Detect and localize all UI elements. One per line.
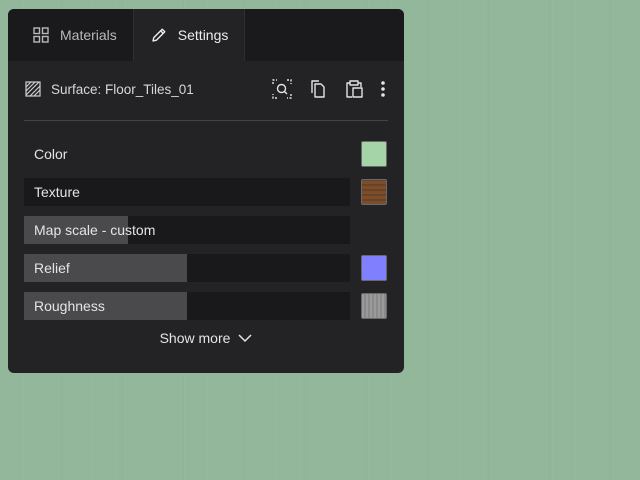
more-vertical-icon[interactable] xyxy=(378,77,388,101)
property-row-color: Color xyxy=(24,140,388,168)
chevron-down-icon xyxy=(238,330,252,346)
relief-slider[interactable]: Relief xyxy=(24,254,350,282)
property-row-relief: Relief xyxy=(24,254,388,282)
map-scale-label: Map scale - custom xyxy=(34,222,156,238)
color-swatch[interactable] xyxy=(361,141,387,167)
roughness-label: Roughness xyxy=(34,298,105,314)
property-row-roughness: Roughness xyxy=(24,292,388,320)
roughness-swatch[interactable] xyxy=(361,293,387,319)
relief-swatch[interactable] xyxy=(361,255,387,281)
property-row-texture: Texture xyxy=(24,178,388,206)
relief-label: Relief xyxy=(34,260,70,276)
tab-materials-label: Materials xyxy=(60,27,117,43)
focus-search-icon[interactable] xyxy=(270,77,294,101)
map-scale-slider[interactable]: Map scale - custom xyxy=(24,216,350,244)
material-settings-panel: Materials Settings Surface: Floor_Tiles_… xyxy=(8,9,404,373)
tab-materials[interactable]: Materials xyxy=(8,9,133,61)
pencil-icon xyxy=(150,26,168,44)
color-label-area: Color xyxy=(24,140,350,168)
show-more-button[interactable]: Show more xyxy=(24,330,388,346)
surface-header: Surface: Floor_Tiles_01 xyxy=(8,61,404,117)
surface-title: Surface: Floor_Tiles_01 xyxy=(51,81,194,97)
grid-icon xyxy=(32,26,50,44)
tab-settings[interactable]: Settings xyxy=(132,9,246,61)
tab-settings-label: Settings xyxy=(177,27,229,43)
property-list: Color Texture Map scale - custom Relief xyxy=(8,121,404,346)
copy-icon[interactable] xyxy=(306,77,330,101)
swatch-placeholder xyxy=(361,217,387,243)
tab-bar: Materials Settings xyxy=(8,9,404,61)
texture-swatch[interactable] xyxy=(361,179,387,205)
roughness-slider[interactable]: Roughness xyxy=(24,292,350,320)
texture-label: Texture xyxy=(34,184,80,200)
texture-slider[interactable]: Texture xyxy=(24,178,350,206)
property-row-map-scale: Map scale - custom xyxy=(24,216,388,244)
hatch-icon xyxy=(25,81,41,97)
color-label: Color xyxy=(34,146,68,162)
show-more-label: Show more xyxy=(159,330,231,346)
paste-icon[interactable] xyxy=(342,77,366,101)
